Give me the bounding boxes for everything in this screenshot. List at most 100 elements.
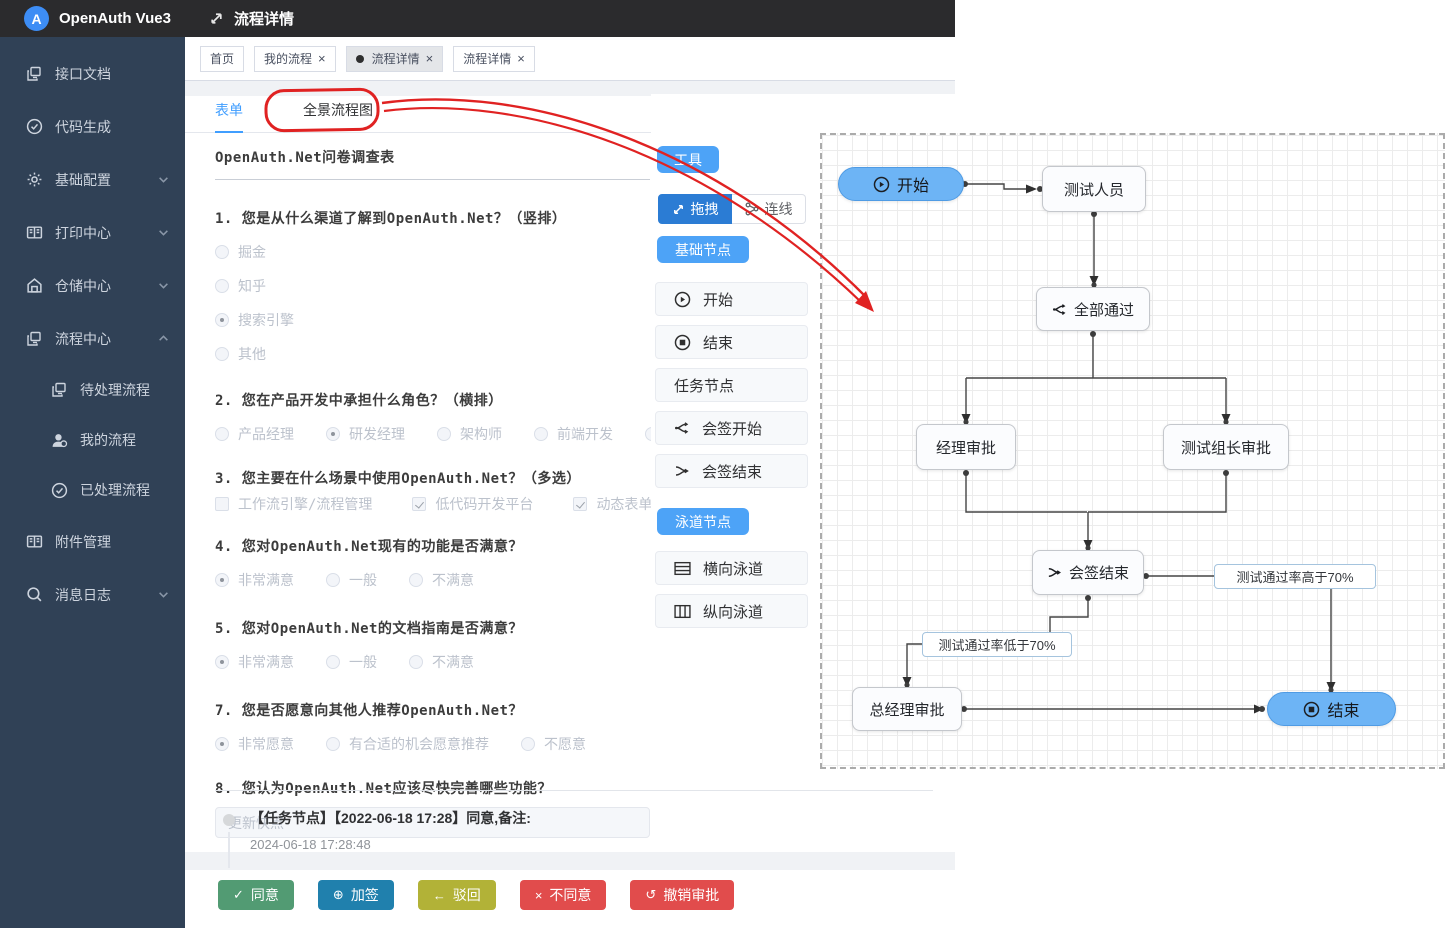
palette-end-node[interactable]: 结束 bbox=[655, 325, 808, 359]
flowchart-canvas[interactable] bbox=[820, 133, 1445, 769]
radio-icon[interactable] bbox=[215, 279, 229, 293]
tab-form[interactable]: 表单 bbox=[215, 100, 243, 132]
agree-button[interactable]: ✓同意 bbox=[218, 880, 294, 910]
sidebar-item-pending-flows[interactable]: 待处理流程 bbox=[0, 365, 185, 415]
radio-icon[interactable] bbox=[409, 655, 423, 669]
close-icon[interactable]: × bbox=[426, 52, 434, 65]
radio-option[interactable]: 知乎 bbox=[215, 276, 655, 296]
question-2-title: 2. 您在产品开发中承担什么角色？（横排） bbox=[215, 390, 655, 410]
send-back-button[interactable]: ←驳回 bbox=[418, 880, 496, 910]
flow-node-manager-approval[interactable]: 经理审批 bbox=[916, 424, 1016, 470]
stop-circle-icon bbox=[674, 334, 691, 351]
radio-option[interactable]: 有合适的机会愿意推荐 bbox=[326, 734, 489, 754]
radio-icon[interactable] bbox=[534, 427, 548, 441]
sidebar-item-process-center[interactable]: 流程中心 bbox=[0, 312, 185, 365]
palette-countersign-start-node[interactable]: 会签开始 bbox=[655, 411, 808, 445]
edge-label-pass-high[interactable]: 测试通过率高于70% bbox=[1214, 564, 1376, 589]
radio-icon[interactable] bbox=[326, 427, 340, 441]
radio-option[interactable]: 不满意 bbox=[409, 652, 474, 672]
checkbox-option-checked[interactable]: 低代码开发平台 bbox=[412, 494, 533, 514]
checkbox-option-checked[interactable]: 动态表单生成 bbox=[573, 494, 660, 514]
radio-option-selected[interactable]: 非常满意 bbox=[215, 652, 294, 672]
palette-horizontal-lane[interactable]: 横向泳道 bbox=[655, 551, 808, 585]
radio-option[interactable]: 产品经理 bbox=[215, 424, 294, 444]
tools-header: 工具 bbox=[657, 146, 719, 173]
collapse-sidebar-icon[interactable] bbox=[209, 11, 224, 26]
tab-panorama-flowchart[interactable]: 全景流程图 bbox=[303, 100, 373, 132]
radio-option-selected[interactable]: 搜索引擎 bbox=[215, 310, 655, 330]
radio-option-selected[interactable]: 非常愿意 bbox=[215, 734, 294, 754]
sidebar-item-warehouse-center[interactable]: 仓储中心 bbox=[0, 259, 185, 312]
radio-icon[interactable] bbox=[215, 737, 229, 751]
sidebar-item-label: 消息日志 bbox=[55, 585, 111, 605]
palette-task-node[interactable]: 任务节点 bbox=[655, 368, 808, 402]
tag-my-flows[interactable]: 我的流程× bbox=[254, 46, 336, 72]
close-icon[interactable]: × bbox=[517, 52, 525, 65]
radio-icon[interactable] bbox=[215, 313, 229, 327]
sidebar-item-my-flows[interactable]: 我的流程 bbox=[0, 415, 185, 465]
sidebar-item-api-docs[interactable]: 接口文档 bbox=[0, 47, 185, 100]
drag-expand-icon bbox=[672, 203, 685, 216]
add-sign-button[interactable]: ⊕加签 bbox=[318, 880, 394, 910]
radio-option[interactable]: 一般 bbox=[326, 652, 377, 672]
radio-icon[interactable] bbox=[215, 427, 229, 441]
sidebar-item-label: 流程中心 bbox=[55, 329, 111, 349]
radio-icon[interactable] bbox=[326, 655, 340, 669]
radio-option[interactable]: 前端开发 bbox=[534, 424, 613, 444]
radio-option-selected[interactable]: 研发经理 bbox=[326, 424, 405, 444]
revoke-approval-button[interactable]: ↺撤销审批 bbox=[630, 880, 734, 910]
warehouse-icon bbox=[25, 277, 43, 295]
tag-flow-detail-active[interactable]: 流程详情 × bbox=[346, 46, 444, 72]
radio-option[interactable]: 一般 bbox=[326, 570, 377, 590]
flow-node-test-lead-approval[interactable]: 测试组长审批 bbox=[1163, 424, 1289, 470]
sidebar-item-code-gen[interactable]: 代码生成 bbox=[0, 100, 185, 153]
tag-flow-detail[interactable]: 流程详情× bbox=[453, 46, 535, 72]
radio-option[interactable]: 不愿意 bbox=[521, 734, 586, 754]
approval-timeline: 【任务节点】【2022-06-18 17:28】同意,备注: 2024-06-1… bbox=[223, 808, 531, 852]
disagree-button[interactable]: ×不同意 bbox=[520, 880, 607, 910]
radio-icon[interactable] bbox=[215, 573, 229, 587]
actions-card: ✓同意 ⊕加签 ←驳回 ×不同意 ↺撤销审批 bbox=[185, 870, 955, 928]
radio-option[interactable]: 掘金 bbox=[215, 242, 655, 262]
radio-option[interactable]: 架构师 bbox=[437, 424, 502, 444]
sidebar-item-processed-flows[interactable]: 已处理流程 bbox=[0, 465, 185, 515]
sidebar-item-print-center[interactable]: 打印中心 bbox=[0, 206, 185, 259]
radio-option[interactable]: 不满意 bbox=[409, 570, 474, 590]
flow-node-countersign-end[interactable]: 会签结束 bbox=[1032, 550, 1144, 595]
palette-vertical-lane[interactable]: 纵向泳道 bbox=[655, 594, 808, 628]
checkbox-icon[interactable] bbox=[573, 497, 587, 511]
checkbox-icon[interactable] bbox=[215, 497, 229, 511]
radio-icon[interactable] bbox=[409, 573, 423, 587]
connect-mode-button[interactable]: 连线 bbox=[732, 194, 806, 224]
question-2-options: 产品经理 研发经理 架构师 前端开发 bbox=[215, 424, 660, 444]
mode-toggle: 拖拽 连线 bbox=[658, 194, 806, 224]
tag-label: 流程详情 bbox=[372, 50, 420, 67]
edge-label-pass-low[interactable]: 测试通过率低于70% bbox=[922, 632, 1072, 657]
vertical-lane-icon bbox=[674, 604, 691, 619]
close-icon[interactable]: × bbox=[318, 52, 326, 65]
radio-icon[interactable] bbox=[521, 737, 535, 751]
flow-node-general-manager-approval[interactable]: 总经理审批 bbox=[852, 687, 962, 731]
sidebar-item-basic-config[interactable]: 基础配置 bbox=[0, 153, 185, 206]
radio-icon[interactable] bbox=[326, 737, 340, 751]
tag-home[interactable]: 首页 bbox=[200, 46, 244, 72]
drag-mode-button[interactable]: 拖拽 bbox=[658, 194, 732, 224]
flow-node-tester[interactable]: 测试人员 bbox=[1042, 166, 1146, 212]
flow-node-start[interactable]: 开始 bbox=[838, 167, 964, 201]
checkbox-icon[interactable] bbox=[412, 497, 426, 511]
palette-countersign-end-node[interactable]: 会签结束 bbox=[655, 454, 808, 488]
radio-option[interactable]: 其他 bbox=[215, 344, 655, 364]
palette-start-node[interactable]: 开始 bbox=[655, 282, 808, 316]
sidebar-item-attachment-mgmt[interactable]: 附件管理 bbox=[0, 515, 185, 568]
radio-icon[interactable] bbox=[326, 573, 340, 587]
timeline-entry: 【任务节点】【2022-06-18 17:28】同意,备注: bbox=[250, 808, 531, 828]
radio-option-selected[interactable]: 非常满意 bbox=[215, 570, 294, 590]
radio-icon[interactable] bbox=[215, 347, 229, 361]
radio-icon[interactable] bbox=[437, 427, 451, 441]
sidebar-item-message-log[interactable]: 消息日志 bbox=[0, 568, 185, 621]
radio-icon[interactable] bbox=[215, 245, 229, 259]
radio-icon[interactable] bbox=[215, 655, 229, 669]
checkbox-option[interactable]: 工作流引擎/流程管理 bbox=[215, 494, 372, 514]
flow-node-end[interactable]: 结束 bbox=[1267, 692, 1396, 726]
flow-node-all-pass[interactable]: 全部通过 bbox=[1036, 287, 1150, 331]
